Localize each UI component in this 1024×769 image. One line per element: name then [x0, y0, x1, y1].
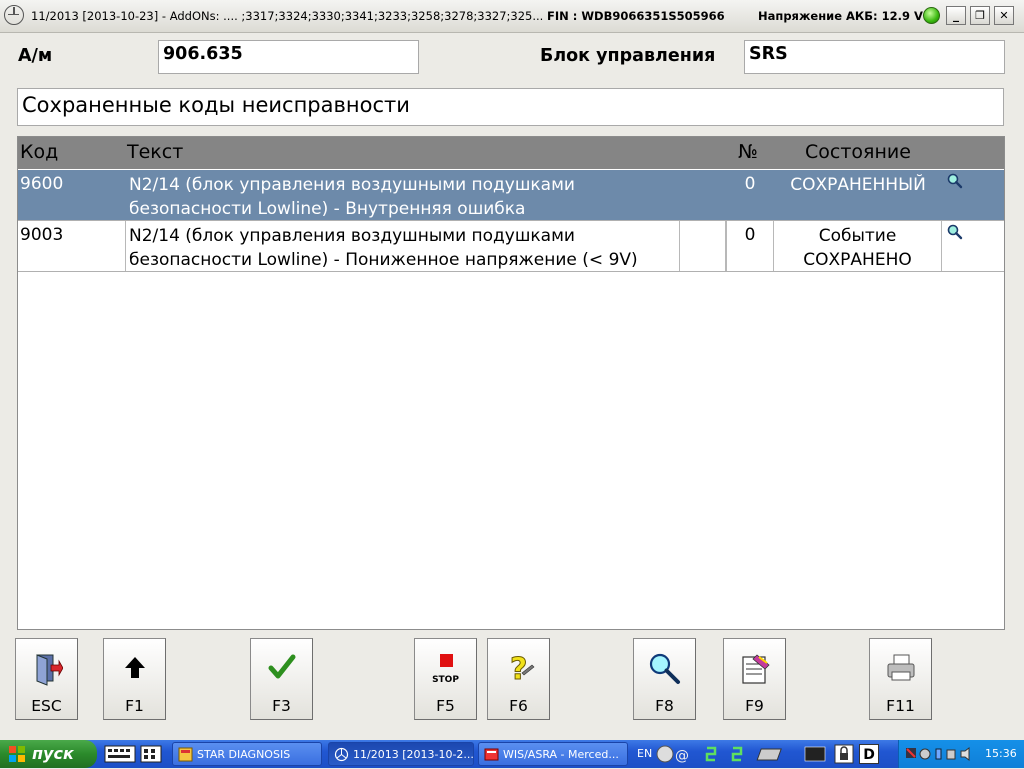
checkmark-icon — [268, 654, 295, 679]
help-icon: ? — [509, 652, 534, 687]
battery-voltage: Напряжение АКБ: 12.9 V — [758, 9, 923, 23]
close-button[interactable]: ✕ — [994, 6, 1014, 25]
details-cell[interactable] — [942, 170, 1004, 220]
page-title: Сохраненные коды неисправности — [17, 88, 1004, 126]
search-icon — [649, 653, 680, 684]
start-label: пуск — [32, 744, 74, 763]
task-wis-asra[interactable]: WIS/ASRA - Merced... — [478, 742, 628, 766]
empty-cell — [680, 221, 726, 271]
ecu-label: Блок управления — [540, 46, 716, 66]
fault-code: 9600 — [20, 174, 64, 194]
vehicle-label: А/м — [18, 46, 53, 66]
task-star-diagnosis[interactable]: STAR DIAGNOSIS — [172, 742, 322, 766]
windows-logo-icon — [9, 746, 25, 762]
fault-count: 0 — [744, 174, 756, 194]
system-tray: 15:36 — [898, 740, 1024, 768]
minimize-button[interactable]: _ — [946, 6, 966, 25]
esc-label: ESC — [31, 697, 62, 715]
f8-label: F8 — [655, 697, 674, 715]
task-label: STAR DIAGNOSIS — [197, 748, 291, 761]
task-label: 11/2013 [2013-10-2... — [353, 748, 474, 761]
tray-status-icons[interactable] — [905, 746, 975, 762]
f8-button[interactable]: F8 — [633, 638, 696, 720]
lock-icon[interactable] — [833, 743, 855, 765]
network-icon[interactable]: @ — [655, 743, 695, 765]
table-header: Код Текст № Состояние — [18, 137, 1004, 169]
tray-icons-left: EN @ D — [633, 740, 898, 768]
keyboard-icon[interactable] — [103, 743, 165, 765]
table-row[interactable]: 9600 N2/14 (блок управления воздушными п… — [18, 170, 1004, 221]
wis-app-icon — [484, 748, 499, 761]
f11-label: F11 — [886, 697, 915, 715]
fault-text-line: безопасности Lowline) - Внутренняя ошибк… — [129, 199, 526, 219]
fault-text-line: N2/14 (блок управления воздушными подушк… — [129, 226, 575, 246]
fault-state: Событие СОХРАНЕНО — [774, 221, 942, 271]
f6-label: F6 — [509, 697, 528, 715]
svg-text:?: ? — [510, 652, 527, 687]
fin-number: FIN : WDB9066351S505966 — [547, 9, 725, 23]
fault-state-line: Событие — [818, 226, 897, 246]
tray-d-indicator[interactable]: D — [859, 744, 879, 764]
mercedes-logo-icon — [4, 5, 24, 25]
f5-label: F5 — [436, 697, 455, 715]
fault-state-line: СОХРАНЕННЫЙ — [790, 175, 926, 195]
f5-button[interactable]: STOP F5 — [414, 638, 477, 720]
column-header-text[interactable]: Текст — [127, 141, 183, 163]
window-title: 11/2013 [2013-10-23] - AddONs: .... ;331… — [31, 9, 725, 23]
restore-button[interactable]: ❐ — [970, 6, 990, 25]
details-cell[interactable] — [942, 221, 1004, 271]
language-indicator[interactable]: EN — [637, 747, 652, 760]
clock: 15:36 — [985, 747, 1017, 760]
vehicle-model-field: 906.635 — [158, 40, 419, 74]
taskbar: пуск STAR DIAGNOSIS 11/2013 [2013-10-2..… — [0, 740, 1024, 768]
fault-count: 0 — [726, 221, 774, 271]
f3-button[interactable]: F3 — [250, 638, 313, 720]
f9-button[interactable]: F9 — [723, 638, 786, 720]
column-header-number[interactable]: № — [738, 141, 758, 163]
version-info: 11/2013 [2013-10-23] - AddONs: .... ;331… — [31, 9, 544, 23]
fault-text: N2/14 (блок управления воздушными подушк… — [126, 221, 680, 271]
fault-codes-table: Код Текст № Состояние 9600 N2/14 (блок у… — [17, 136, 1005, 630]
f1-button[interactable]: F1 — [103, 638, 166, 720]
task-label: WIS/ASRA - Merced... — [503, 748, 619, 761]
app-window-icon — [178, 747, 193, 762]
mercedes-star-icon — [334, 747, 349, 762]
stop-text: STOP — [432, 675, 459, 685]
svg-text:@: @ — [675, 748, 689, 764]
title-bar: 11/2013 [2013-10-23] - AddONs: .... ;331… — [0, 0, 1024, 33]
battery-status-led-icon — [923, 7, 940, 24]
fault-text-line: безопасности Lowline) - Пониженное напря… — [129, 250, 638, 270]
printer-tray-icon[interactable] — [803, 743, 827, 765]
magnifier-icon[interactable] — [946, 172, 964, 190]
quick-launch — [103, 743, 165, 765]
fault-code: 9003 — [18, 221, 126, 271]
f11-button[interactable]: F11 — [869, 638, 932, 720]
f3-label: F3 — [272, 697, 291, 715]
fault-text: N2/14 (блок управления воздушными подушк… — [126, 170, 680, 220]
exit-door-icon — [36, 654, 63, 686]
column-header-state[interactable]: Состояние — [805, 141, 911, 163]
f1-label: F1 — [125, 697, 144, 715]
f9-label: F9 — [745, 697, 764, 715]
column-header-code[interactable]: Код — [20, 141, 58, 163]
table-row[interactable]: 9003 N2/14 (блок управления воздушными п… — [18, 221, 1004, 272]
printer-icon — [887, 654, 914, 681]
fault-state-line: СОХРАНЕНО — [803, 250, 912, 270]
start-button[interactable]: пуск — [0, 740, 97, 768]
f6-button[interactable]: ? F6 — [487, 638, 550, 720]
esc-button[interactable]: ESC — [15, 638, 78, 720]
magnifier-icon[interactable] — [946, 223, 964, 241]
fault-state: СОХРАНЕННЫЙ — [774, 170, 942, 220]
task-diagnosis-window[interactable]: 11/2013 [2013-10-2... — [328, 742, 474, 766]
fault-text-line: N2/14 (блок управления воздушными подушк… — [129, 175, 575, 195]
connection-status-icon[interactable] — [703, 744, 803, 764]
ecu-field: SRS — [744, 40, 1005, 74]
edit-notes-icon — [741, 654, 770, 684]
arrow-up-icon — [124, 657, 145, 678]
